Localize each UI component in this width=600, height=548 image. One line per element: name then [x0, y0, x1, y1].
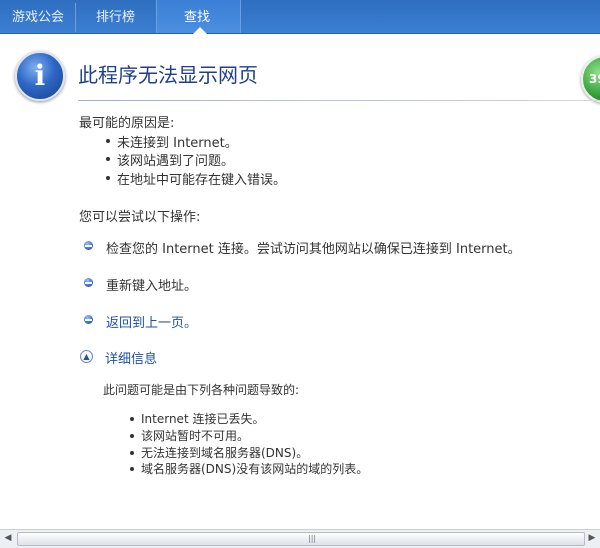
tab-guild[interactable]: 游戏公会	[12, 8, 64, 28]
info-icon: i	[15, 51, 65, 101]
details-intro: 此问题可能是由下列各种问题导致的:	[103, 383, 300, 397]
tab-bar: 游戏公会 排行榜 查找	[0, 0, 600, 34]
bullet-icon	[130, 451, 134, 455]
title-divider	[78, 100, 600, 101]
action-item: 重新键入地址。	[106, 279, 198, 294]
tab-separator	[75, 3, 76, 32]
active-tab-pointer	[193, 27, 207, 34]
bullet-icon	[130, 434, 134, 438]
bullet-icon	[106, 157, 110, 161]
blue-bullet-icon	[84, 315, 93, 324]
detail-item: Internet 连接已丢失。	[141, 412, 265, 426]
actions-heading: 您可以尝试以下操作:	[79, 210, 201, 225]
horizontal-scrollbar[interactable]: ◀ ||| ▶	[0, 529, 600, 548]
page-title: 此程序无法显示网页	[78, 63, 258, 87]
details-toggle-link[interactable]: 详细信息	[105, 348, 157, 367]
bullet-icon	[130, 417, 134, 421]
chevron-up-icon[interactable]: ▲	[80, 350, 93, 363]
tab-leaderboard[interactable]: 排行榜	[96, 8, 135, 28]
scroll-left-arrow-icon[interactable]: ◀	[0, 530, 16, 547]
score-badge-icon: 39	[581, 55, 600, 103]
tab-search[interactable]: 查找	[184, 8, 210, 28]
bullet-icon	[106, 176, 110, 180]
bullet-icon	[106, 139, 110, 143]
blue-bullet-icon	[84, 278, 93, 287]
bullet-icon	[130, 467, 134, 471]
detail-item: 该网站暂时不可用。	[141, 429, 250, 443]
grip-icon: |||	[308, 534, 317, 543]
action-item: 检查您的 Internet 连接。尝试访问其他网站以确保已连接到 Interne…	[106, 242, 521, 257]
detail-item: 无法连接到域名服务器(DNS)。	[141, 446, 309, 460]
causes-heading: 最可能的原因是:	[79, 116, 175, 131]
cause-item: 在地址中可能存在键入错误。	[117, 173, 287, 188]
back-link[interactable]: 返回到上一页。	[106, 312, 197, 331]
scrollbar-thumb[interactable]: |||	[17, 532, 585, 546]
scroll-right-arrow-icon[interactable]: ▶	[584, 530, 600, 547]
cause-item: 未连接到 Internet。	[117, 136, 238, 151]
blue-bullet-icon	[84, 241, 93, 250]
cause-item: 该网站遇到了问题。	[117, 154, 235, 169]
detail-item: 域名服务器(DNS)没有该网站的域的列表。	[141, 462, 369, 476]
